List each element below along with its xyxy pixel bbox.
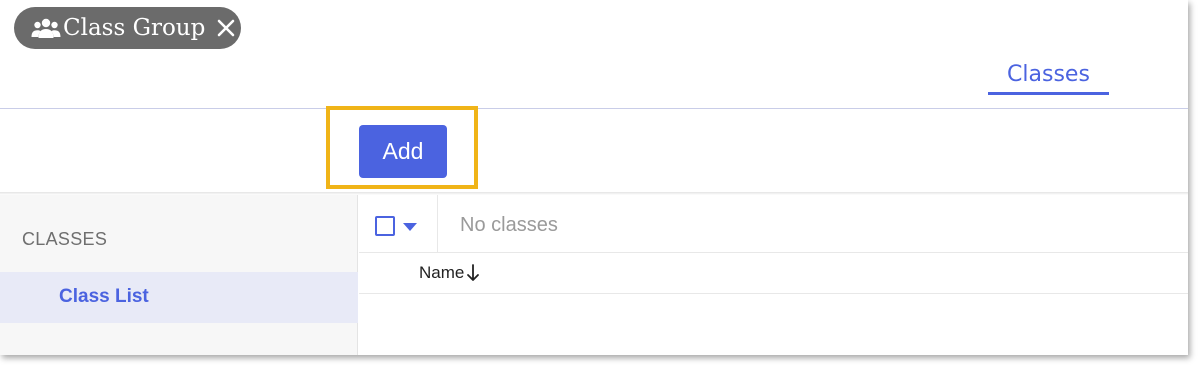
- highlight-box: [326, 106, 478, 189]
- sidebar-item-label: Class List: [59, 286, 149, 307]
- class-group-chip: Class Group: [14, 7, 241, 49]
- table-header: Name: [359, 253, 1188, 294]
- close-icon[interactable]: [217, 19, 235, 37]
- selection-divider: [437, 195, 438, 253]
- app-frame: Class Group Classes Add CLASSES Class Li…: [0, 0, 1188, 355]
- select-all-checkbox[interactable]: [375, 216, 395, 236]
- empty-state-text: No classes: [460, 214, 558, 236]
- tab-classes[interactable]: Classes: [988, 60, 1109, 95]
- column-header-name[interactable]: Name: [419, 263, 480, 283]
- sidebar-item-class-list[interactable]: Class List: [0, 272, 358, 323]
- chip-label: Class Group: [63, 15, 206, 41]
- column-header-label: Name: [419, 263, 465, 282]
- sidebar-heading: CLASSES: [22, 229, 108, 249]
- selection-row: No classes: [359, 195, 1188, 253]
- sidebar: CLASSES Class List: [0, 195, 358, 355]
- chevron-down-icon[interactable]: [403, 223, 417, 231]
- users-icon: [31, 17, 61, 39]
- class-list-panel: No classes Name: [359, 195, 1188, 355]
- toolbar: [0, 109, 1188, 193]
- arrow-down-icon: [466, 264, 480, 282]
